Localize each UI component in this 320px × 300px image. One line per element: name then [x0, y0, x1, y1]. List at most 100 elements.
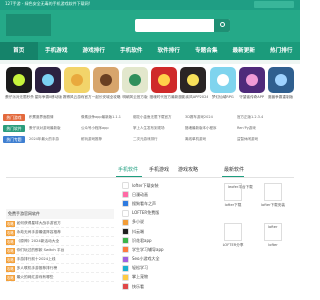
app-name[interactable]: 星际争霸II移动版 [34, 95, 63, 100]
guide-title[interactable]: 永劫无间手游最强阵容推荐 [17, 228, 61, 236]
software-name[interactable]: 多小说 [132, 219, 144, 225]
software-row[interactable]: 多小说 [122, 218, 202, 227]
guide-row[interactable]: 攻略 《原神》2024新活动大全 [6, 237, 114, 246]
software-name[interactable]: Seo小游戏大全 [132, 256, 159, 262]
hot-link[interactable]: 离线单机游戏 [185, 137, 233, 142]
app-name[interactable]: 魔影疾风APP2024 [178, 95, 208, 100]
guide-title[interactable]: 多人联机手游推荐排行榜 [17, 264, 58, 272]
hot-link[interactable]: 掌上人生发布到现场 [133, 126, 181, 131]
latest-software-name[interactable]: lofter [254, 243, 292, 247]
latest-software-card[interactable]: lofter下载安装 [254, 183, 292, 211]
app-card[interactable]: 魔影疾风APP2024 [178, 67, 208, 107]
software-row[interactable]: LOFTER免费版 [122, 209, 202, 218]
software-name[interactable]: 日漫动画 [132, 192, 148, 198]
software-row[interactable]: Seo小游戏大全 [122, 255, 202, 264]
guide-list-header[interactable]: 免费手游官网软件 [6, 209, 114, 219]
app-card[interactable]: 守望者传奇APP [237, 67, 266, 107]
software-name[interactable]: lofter下载安装 [132, 183, 159, 189]
latest-software-card[interactable]: LOFTER分享 [214, 223, 252, 251]
guide-row[interactable]: 攻略 如何获得星球大战手游官方 [6, 219, 114, 228]
app-icon[interactable] [93, 67, 120, 93]
hot-link[interactable]: 二次元游戏排行 [133, 137, 181, 142]
app-name[interactable]: 明朝风云官方版 [121, 95, 150, 100]
guide-row[interactable]: 攻略 多人联机手游推荐排行榜 [6, 264, 114, 273]
app-icon[interactable] [122, 67, 148, 93]
app-card[interactable]: 一起长安城全攻略 [92, 67, 121, 107]
broken-image-icon[interactable] [224, 223, 242, 241]
software-name[interactable]: 学生学习辅导app [132, 247, 164, 253]
hot-link[interactable]: 烟花小金鱼无限下载官方 [133, 115, 181, 120]
software-row[interactable]: 识花君app [122, 236, 202, 245]
hot-link[interactable]: 3D赛车游戏2024 [185, 115, 233, 120]
hot-link[interactable]: 官方正版1.2.3.4 [237, 115, 285, 120]
app-icon[interactable] [35, 67, 62, 93]
software-name[interactable]: 快乐看 [132, 284, 144, 290]
app-name[interactable]: 一起长安城全攻略 [92, 95, 121, 100]
software-row[interactable]: 抖云端 [122, 227, 202, 236]
software-row[interactable]: 搜狗看车之声 [122, 199, 202, 208]
software-row[interactable]: 掌上宠物 [122, 273, 202, 282]
software-name[interactable]: 抖云端 [132, 229, 144, 235]
guide-row[interactable]: 攻略 最火的网红游戏有哪些 [6, 273, 114, 282]
software-name[interactable]: 掌上宠物 [132, 274, 148, 280]
nav-item[interactable]: 首页 [0, 42, 38, 60]
guide-title[interactable]: 手游排行前十2024上线 [17, 255, 56, 263]
latest-software-name[interactable]: lofter下载安装 [254, 203, 292, 208]
guide-title[interactable]: 如何获得星球大战手游官方 [17, 219, 61, 227]
app-icon[interactable] [64, 67, 91, 93]
software-name[interactable]: LOFTER免费版 [132, 210, 159, 216]
guide-row[interactable]: 攻略 你们玩过的那款 Switch 平台 [6, 246, 114, 255]
nav-item[interactable]: 游戏排行 [75, 42, 113, 60]
app-card[interactable]: 明朝风云官方版 [121, 67, 150, 107]
nav-item[interactable]: 软件排行 [150, 42, 188, 60]
software-name[interactable]: 识花君app [132, 238, 152, 244]
hot-link[interactable]: 益智休闲游戏 [237, 137, 285, 142]
app-card[interactable]: 蛋仔派对无限秒杀 [5, 67, 34, 107]
guide-title[interactable]: 最火的网红游戏有哪些 [17, 273, 54, 281]
software-row[interactable]: 日漫动画 [122, 190, 202, 199]
search-button[interactable] [214, 19, 230, 32]
app-icon[interactable] [238, 67, 265, 93]
tab-software[interactable]: 手机软件 [118, 166, 138, 173]
guide-row[interactable]: 攻略 手游排行前十2024上线 [6, 255, 114, 264]
app-name[interactable]: 赛博风云游戏官方 [63, 95, 92, 100]
app-name[interactable]: 守望者传奇APP [237, 95, 266, 100]
software-row[interactable]: 学生学习辅导app [122, 245, 202, 254]
guide-row[interactable]: 攻略 永劫无间手游最强阵容推荐 [6, 228, 114, 237]
top-search-field[interactable] [254, 1, 294, 8]
app-icon[interactable] [6, 67, 33, 93]
tab-guides[interactable]: 游戏攻略 [178, 166, 198, 173]
app-card[interactable]: 梦幻仙域RPG [208, 67, 237, 107]
app-icon[interactable] [267, 67, 294, 93]
app-card[interactable]: 魔兽争霸重制版 [266, 67, 295, 107]
hot-link[interactable]: 2024年最火的手游 [29, 137, 77, 142]
software-row[interactable]: 轻松学习 [122, 264, 202, 273]
app-name[interactable]: 魔兽争霸重制版 [266, 95, 295, 100]
hot-link[interactable]: 积累魔界面剧情 [29, 115, 77, 120]
app-icon[interactable] [180, 67, 207, 93]
hot-link[interactable]: 蛋仔派对游戏最新版 [29, 126, 77, 131]
app-icon[interactable] [150, 67, 177, 93]
app-icon[interactable] [209, 67, 236, 93]
hot-link[interactable]: Ren'Py游戏 [237, 126, 285, 131]
guide-title[interactable]: 《原神》2024新活动大全 [17, 237, 60, 245]
hot-link[interactable]: 猎魂最新版本小程序 [185, 126, 233, 131]
nav-item[interactable]: 手机游戏 [38, 42, 76, 60]
software-row[interactable]: 快乐看 [122, 282, 202, 291]
tab-games[interactable]: 手机游戏 [149, 166, 169, 173]
hot-link[interactable]: 像素战争app最新版1.1.1 [81, 115, 129, 120]
app-name[interactable]: 猎魂时代官方最新 [149, 95, 179, 100]
software-name[interactable]: 搜狗看车之声 [132, 201, 156, 207]
nav-item[interactable]: 最新更新 [225, 42, 263, 60]
hot-link[interactable]: 耐玩游戏推荐 [81, 137, 129, 142]
app-card[interactable]: 猎魂时代官方最新 [149, 67, 178, 107]
software-row[interactable]: lofter下载安装 [122, 181, 202, 190]
nav-item[interactable]: 手机软件 [113, 42, 151, 60]
nav-item[interactable]: 热门排行 [263, 42, 301, 60]
software-name[interactable]: 轻松学习 [132, 265, 148, 271]
app-card[interactable]: 星际争霸II移动版 [34, 67, 63, 107]
nav-item[interactable]: 专题合集 [188, 42, 226, 60]
app-name[interactable]: 蛋仔派对无限秒杀 [5, 95, 34, 100]
search-input[interactable] [135, 19, 230, 32]
site-logo[interactable] [6, 14, 51, 36]
